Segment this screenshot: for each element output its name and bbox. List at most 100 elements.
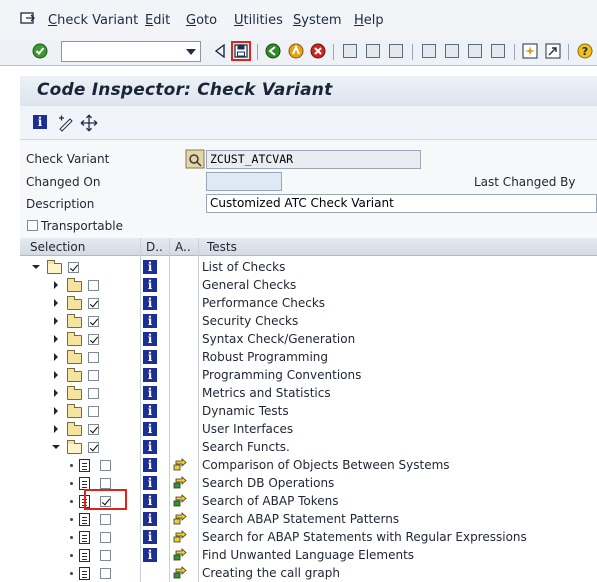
- menu-system[interactable]: System: [293, 13, 342, 28]
- table-row[interactable]: i Syntax Check/Generation: [20, 330, 597, 348]
- attributes-icon[interactable]: [173, 548, 187, 561]
- column-header-selection[interactable]: Selection: [30, 240, 85, 254]
- documentation-icon[interactable]: i: [143, 368, 157, 382]
- documentation-icon[interactable]: i: [143, 458, 157, 472]
- information-icon[interactable]: i: [32, 114, 48, 130]
- table-row[interactable]: i Search Functs.: [20, 438, 597, 456]
- menu-help[interactable]: Help: [354, 13, 384, 28]
- documentation-icon[interactable]: i: [143, 494, 157, 508]
- menu-edit[interactable]: Edit: [145, 13, 170, 28]
- selection-checkbox[interactable]: [88, 442, 99, 453]
- table-row[interactable]: i Dynamic Tests: [20, 402, 597, 420]
- table-row[interactable]: i Find Unwanted Language Elements: [20, 546, 597, 564]
- selection-checkbox[interactable]: [100, 568, 111, 579]
- attributes-icon[interactable]: [173, 458, 187, 471]
- expand-icon[interactable]: [54, 299, 58, 307]
- enter-icon[interactable]: [31, 42, 49, 60]
- table-row[interactable]: i Programming Conventions: [20, 366, 597, 384]
- system-menu-icon[interactable]: [20, 12, 36, 26]
- help-icon[interactable]: ?: [576, 42, 594, 60]
- print-icon[interactable]: [341, 42, 359, 60]
- documentation-icon[interactable]: i: [143, 296, 157, 310]
- edit-icon[interactable]: [57, 114, 75, 132]
- table-row[interactable]: i Security Checks: [20, 312, 597, 330]
- documentation-icon[interactable]: i: [143, 530, 157, 544]
- expand-icon[interactable]: [54, 317, 58, 325]
- table-row[interactable]: i General Checks: [20, 276, 597, 294]
- selection-checkbox[interactable]: [100, 460, 111, 471]
- table-row[interactable]: i User Interfaces: [20, 420, 597, 438]
- selection-checkbox[interactable]: [88, 406, 99, 417]
- attributes-icon[interactable]: [173, 566, 187, 579]
- table-row[interactable]: i List of Checks: [20, 258, 597, 276]
- command-field-dropdown-icon[interactable]: [186, 49, 196, 55]
- save-icon[interactable]: [231, 41, 251, 61]
- previous-page-icon[interactable]: [443, 42, 461, 60]
- selection-checkbox[interactable]: [100, 550, 111, 561]
- last-page-icon[interactable]: [489, 42, 507, 60]
- documentation-icon[interactable]: i: [143, 386, 157, 400]
- collapse-icon[interactable]: [32, 265, 40, 269]
- documentation-icon[interactable]: i: [143, 314, 157, 328]
- back-icon[interactable]: [264, 42, 282, 60]
- selection-checkbox[interactable]: [88, 352, 99, 363]
- cancel-icon[interactable]: [309, 42, 327, 60]
- attributes-icon[interactable]: [173, 530, 187, 543]
- table-row[interactable]: i Robust Programming: [20, 348, 597, 366]
- documentation-icon[interactable]: i: [143, 350, 157, 364]
- next-page-icon[interactable]: [466, 42, 484, 60]
- documentation-icon[interactable]: i: [143, 404, 157, 418]
- expand-icon[interactable]: [54, 407, 58, 415]
- documentation-icon[interactable]: i: [143, 422, 157, 436]
- description-field[interactable]: Customized ATC Check Variant: [206, 194, 597, 213]
- variant-lookup-icon[interactable]: [185, 149, 205, 169]
- attributes-icon[interactable]: [173, 494, 187, 507]
- command-field[interactable]: [61, 41, 201, 62]
- check-variant-field[interactable]: ZCUST_ATCVAR: [206, 150, 421, 169]
- column-header-a[interactable]: A..: [175, 240, 191, 254]
- table-row[interactable]: i Search ABAP Statement Patterns: [20, 510, 597, 528]
- selection-checkbox[interactable]: [88, 280, 99, 291]
- table-row[interactable]: i Performance Checks: [20, 294, 597, 312]
- selection-checkbox[interactable]: [88, 370, 99, 381]
- table-row[interactable]: Creating the call graph: [20, 564, 597, 582]
- documentation-icon[interactable]: i: [143, 440, 157, 454]
- selection-checkbox[interactable]: [100, 532, 111, 543]
- menu-utilities[interactable]: Utilities: [234, 13, 283, 28]
- menu-check-variant[interactable]: Check Variant: [48, 13, 138, 28]
- selection-checkbox[interactable]: [88, 298, 99, 309]
- find-icon[interactable]: [364, 42, 382, 60]
- documentation-icon[interactable]: i: [143, 260, 157, 274]
- selection-checkbox[interactable]: [88, 424, 99, 435]
- attributes-icon[interactable]: [173, 512, 187, 525]
- selection-checkbox[interactable]: [68, 262, 79, 273]
- selection-checkbox[interactable]: [88, 316, 99, 327]
- column-header-tests[interactable]: Tests: [207, 240, 237, 254]
- documentation-icon[interactable]: i: [143, 512, 157, 526]
- documentation-icon[interactable]: i: [143, 278, 157, 292]
- expand-icon[interactable]: [54, 353, 58, 361]
- selection-checkbox[interactable]: [88, 388, 99, 399]
- table-row[interactable]: i Metrics and Statistics: [20, 384, 597, 402]
- attributes-icon[interactable]: [173, 476, 187, 489]
- table-row[interactable]: i Comparison of Objects Between Systems: [20, 456, 597, 474]
- expand-icon[interactable]: [54, 371, 58, 379]
- documentation-icon[interactable]: i: [143, 476, 157, 490]
- expand-icon[interactable]: [54, 389, 58, 397]
- collapse-icon[interactable]: [52, 445, 60, 449]
- documentation-icon[interactable]: i: [143, 332, 157, 346]
- table-row[interactable]: i Search for ABAP Statements with Regular…: [20, 528, 597, 546]
- documentation-icon[interactable]: i: [143, 548, 157, 562]
- first-page-icon[interactable]: [420, 42, 438, 60]
- changed-on-field[interactable]: [206, 172, 282, 191]
- create-session-icon[interactable]: [521, 42, 539, 60]
- expand-icon[interactable]: [54, 335, 58, 343]
- selection-checkbox[interactable]: [100, 478, 111, 489]
- menu-goto[interactable]: Goto: [186, 13, 217, 28]
- move-icon[interactable]: [80, 114, 98, 132]
- exit-icon[interactable]: [287, 42, 305, 60]
- transportable-checkbox[interactable]: [27, 220, 38, 231]
- selection-checkbox[interactable]: [100, 514, 111, 525]
- expand-icon[interactable]: [54, 281, 58, 289]
- find-next-icon[interactable]: [387, 42, 405, 60]
